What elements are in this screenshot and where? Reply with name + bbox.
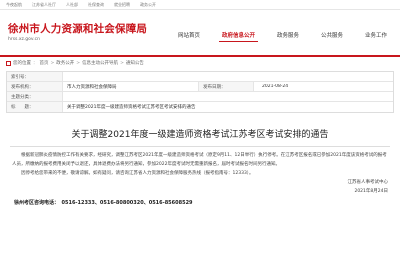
top-link[interactable]: 江苏省人社厅 [32,2,56,8]
top-link[interactable]: 社保查询 [88,2,104,8]
site-domain: hrss.xz.gov.cn [8,37,40,42]
main-nav: 网站首页 政府信息公开 政务服务 公共服务 业务工作 [175,30,390,42]
meta-value: 市人力资源和社会保障局 [67,84,117,90]
breadcrumb-label: 您的位置 [13,61,31,66]
top-link[interactable]: 就业招聘 [114,2,130,8]
nav-item-home[interactable]: 网站首页 [175,30,203,42]
article-paragraph: 因停考给您带来的不便，敬请谅解。如有疑问，请咨询江苏省人力资源和社会保障服务热线… [21,171,254,176]
meta-row-topic: 主题分类： [7,92,393,102]
article-body: 根据新冠肺炎疫情防控工作有关要求，经研究，调整江苏考区2021年度一级建造师资格… [0,151,400,178]
top-link[interactable]: 政务公开 [140,2,156,8]
site-title[interactable]: 徐州市人力资源和社会保障局 [8,21,147,36]
meta-label: 发布日期： [198,82,254,91]
meta-row-index: 索引号： [7,72,393,82]
breadcrumb: 您的位置： 首页 > 政务公开 > 信息主动公开导航 > 通知公告 [0,57,400,69]
top-link[interactable]: 今夜起航 [6,2,22,8]
location-icon [6,60,11,66]
top-link[interactable]: 人社部 [66,2,78,8]
breadcrumb-item-gov[interactable]: 政务公开 [56,60,74,66]
breadcrumb-item-notice[interactable]: 通知公告 [126,60,144,66]
meta-row-title: 标 题： 关于调整2021年度一级建造师资格考试江苏考区考试安排的通告 [7,102,393,112]
meta-label: 发布机构： [7,82,63,91]
signature: 江苏省人事考试中心 2021年8月24日 [0,178,400,196]
article-title: 关于调整2021年度一级建造师资格考试江苏考区考试安排的通告 [71,130,329,140]
meta-row-publisher: 发布机构： 市人力资源和社会保障局 发布日期： 2021-08-24 [7,82,393,92]
meta-label: 索引号： [7,72,63,81]
top-link-bar: 今夜起航 江苏省人社厅 人社部 社保查询 就业招聘 政务公开 [0,0,400,10]
signature-date: 2021年8月24日 [354,189,388,194]
meta-label: 主题分类： [7,92,63,101]
title-divider [10,146,390,147]
article-paragraph: 根据新冠肺炎疫情防控工作有关要求，经研究，调整江苏考区2021年度一级建造师资格… [12,153,387,167]
breadcrumb-item-nav[interactable]: 信息主动公开导航 [82,60,118,66]
nav-item-gov-info[interactable]: 政府信息公开 [218,30,258,42]
breadcrumb-item-home[interactable]: 首页 [40,60,49,66]
nav-item-business[interactable]: 业务工作 [362,30,390,42]
meta-label: 标 题： [7,102,63,112]
publish-date: 2021-08-24 [262,84,289,89]
nav-item-services[interactable]: 政务服务 [274,30,302,42]
site-header: 徐州市人力资源和社会保障局 hrss.xz.gov.cn 网站首页 政府信息公开… [0,10,400,42]
meta-value: 关于调整2021年度一级建造师资格考试江苏考区考试安排的通告 [67,105,196,110]
signature-org: 江苏省人事考试中心 [347,180,389,185]
contact-phone: 徐州考区咨询电话： 0516-12333、0516-80800320、0516-… [14,200,193,206]
nav-item-public-services[interactable]: 公共服务 [318,30,346,42]
metadata-table: 索引号： 发布机构： 市人力资源和社会保障局 发布日期： 2021-08-24 … [6,71,394,113]
